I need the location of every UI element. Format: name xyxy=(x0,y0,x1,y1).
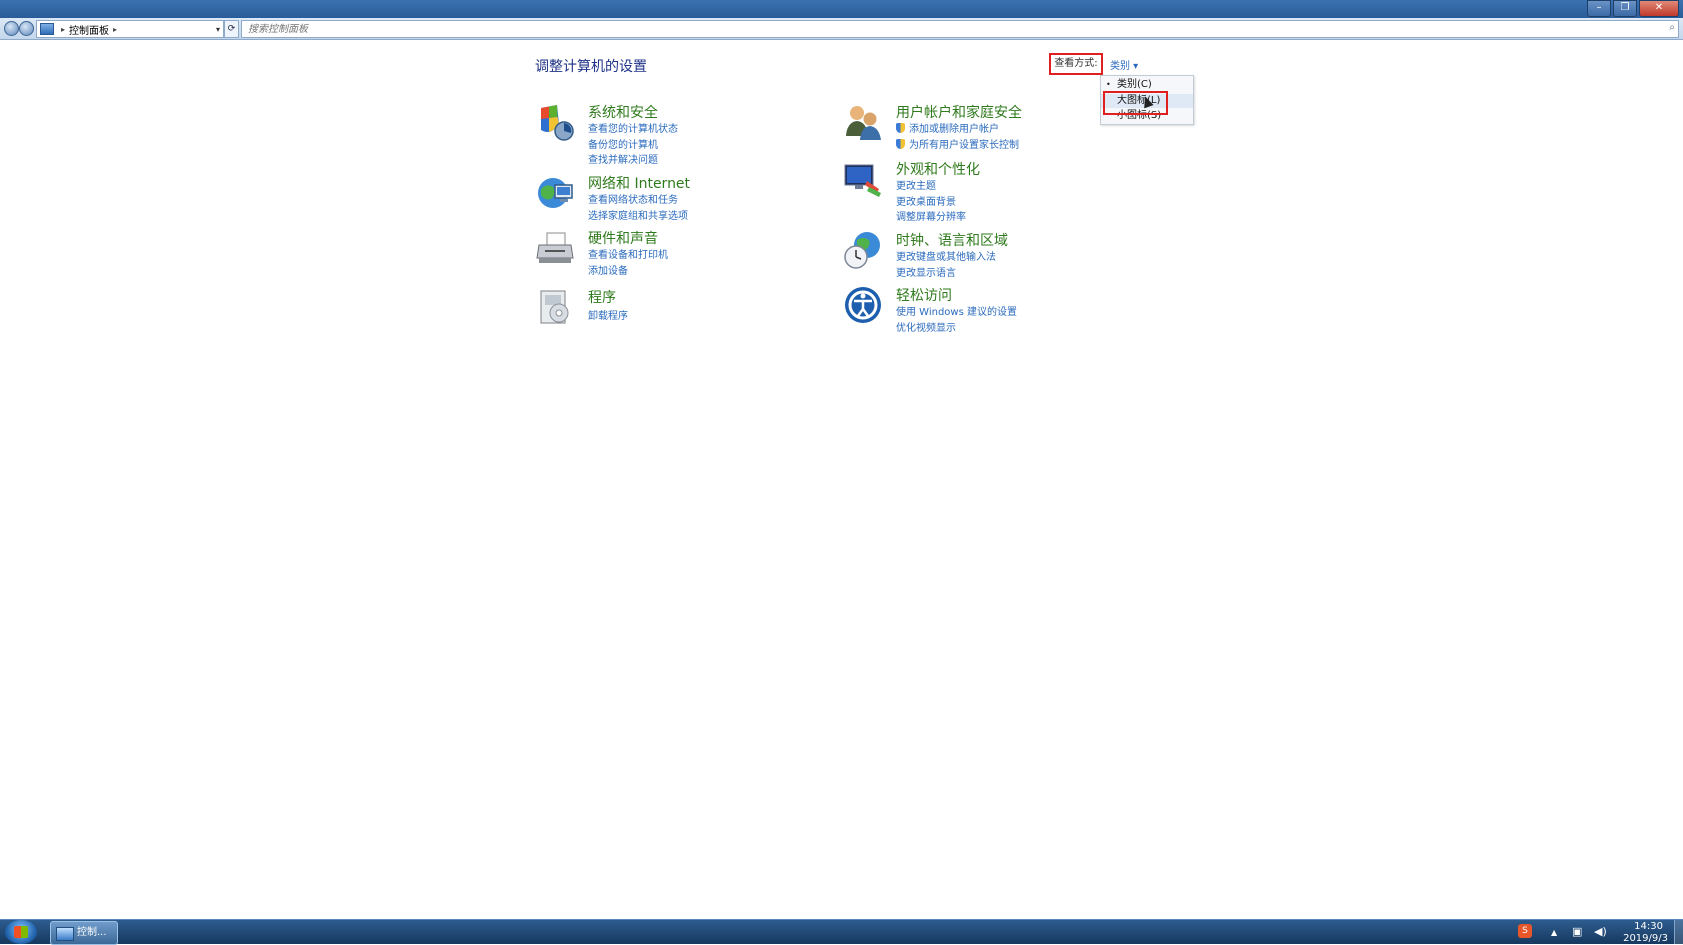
category-title[interactable]: 网络和 Internet xyxy=(588,173,690,193)
show-desktop-button[interactable] xyxy=(1674,920,1683,944)
volume-icon[interactable]: ◀) xyxy=(1594,925,1607,938)
breadcrumb-separator[interactable]: ▸ xyxy=(113,25,117,34)
category-title[interactable]: 用户帐户和家庭安全 xyxy=(896,102,1022,122)
address-toolbar: ▸ 控制面板 ▸ ▾ ⟳ ⌕ xyxy=(0,18,1683,40)
category-links: 卸载程序 xyxy=(588,307,628,323)
category-title[interactable]: 硬件和声音 xyxy=(588,228,658,248)
menu-item-label: 类别(C) xyxy=(1117,79,1152,90)
category-link[interactable]: 更改主题 xyxy=(896,177,966,193)
forward-button[interactable] xyxy=(19,21,34,36)
programs-icon[interactable] xyxy=(535,287,575,327)
category-link[interactable]: 更改显示语言 xyxy=(896,264,996,280)
monitor-paint-icon[interactable] xyxy=(843,159,883,199)
search-icon[interactable]: ⌕ xyxy=(1669,22,1675,33)
category-link[interactable]: 备份您的计算机 xyxy=(588,136,678,152)
network-icon[interactable]: ▣ xyxy=(1572,925,1582,938)
category-link[interactable]: 卸载程序 xyxy=(588,307,628,323)
window-title-bar: – ❐ ✕ xyxy=(0,0,1683,18)
category-link-label: 为所有用户设置家长控制 xyxy=(909,139,1019,151)
category-link[interactable]: 查看设备和打印机 xyxy=(588,246,668,262)
view-by-dropdown[interactable]: 类别 ▾ xyxy=(1110,57,1138,72)
category-links: 查看设备和打印机 添加设备 xyxy=(588,246,668,277)
start-button[interactable] xyxy=(5,920,37,944)
category-links: 查看网络状态和任务 选择家庭组和共享选项 xyxy=(588,191,688,222)
window-controls: – ❐ ✕ xyxy=(1585,0,1679,17)
category-title[interactable]: 系统和安全 xyxy=(588,102,658,122)
category-links: 添加或删除用户帐户 为所有用户设置家长控制 xyxy=(896,120,1019,151)
refresh-button[interactable]: ⟳ xyxy=(224,20,239,38)
category-link[interactable]: 更改桌面背景 xyxy=(896,193,966,209)
category-link[interactable]: 优化视频显示 xyxy=(896,319,1017,335)
clock-time[interactable]: 14:30 xyxy=(1634,921,1663,932)
category-link[interactable]: 添加设备 xyxy=(588,262,668,278)
close-button[interactable]: ✕ xyxy=(1639,0,1679,17)
menu-item-category[interactable]: • 类别(C) xyxy=(1101,78,1193,92)
shield-computer-icon[interactable] xyxy=(535,102,575,142)
selected-bullet-icon: • xyxy=(1106,80,1111,89)
taskbar-item-control-panel[interactable]: 控制... xyxy=(50,921,118,945)
category-title[interactable]: 程序 xyxy=(588,287,616,307)
category-title[interactable]: 轻松访问 xyxy=(896,285,952,305)
search-box[interactable]: ⌕ xyxy=(241,20,1679,38)
view-by-label: 查看方式: xyxy=(1049,53,1103,75)
taskbar-item-label: 控制... xyxy=(77,927,107,938)
category-link[interactable]: 更改键盘或其他输入法 xyxy=(896,248,996,264)
category-links: 查看您的计算机状态 备份您的计算机 查找并解决问题 xyxy=(588,120,678,167)
control-panel-icon xyxy=(40,23,54,35)
clock-globe-icon[interactable] xyxy=(843,230,883,270)
category-link[interactable]: 查找并解决问题 xyxy=(588,151,678,167)
printer-icon[interactable] xyxy=(535,228,575,268)
back-button[interactable] xyxy=(4,21,19,36)
users-icon[interactable] xyxy=(843,102,883,142)
chevron-down-icon[interactable]: ▾ xyxy=(216,25,220,34)
category-link[interactable]: 使用 Windows 建议的设置 xyxy=(896,303,1017,319)
control-panel-icon xyxy=(56,927,74,941)
breadcrumb-separator: ▸ xyxy=(61,24,66,34)
category-title[interactable]: 时钟、语言和区域 xyxy=(896,230,1008,250)
system-tray: S ▲ ▣ ◀) 14:30 2019/9/3 xyxy=(1403,920,1683,944)
search-input[interactable] xyxy=(246,21,1660,37)
category-link[interactable]: 为所有用户设置家长控制 xyxy=(896,136,1019,152)
category-title[interactable]: 外观和个性化 xyxy=(896,159,980,179)
category-link[interactable]: 查看网络状态和任务 xyxy=(588,191,688,207)
category-links: 更改主题 更改桌面背景 调整屏幕分辨率 xyxy=(896,177,966,224)
address-field[interactable]: ▸ 控制面板 ▸ ▾ xyxy=(36,20,224,38)
minimize-button[interactable]: – xyxy=(1587,0,1611,17)
category-link[interactable]: 添加或删除用户帐户 xyxy=(896,120,1019,136)
highlight-box xyxy=(1103,91,1168,115)
uac-shield-icon xyxy=(896,123,905,133)
show-hidden-icons-icon[interactable]: ▲ xyxy=(1551,928,1557,937)
page-title: 调整计算机的设置 xyxy=(535,59,647,75)
restore-button[interactable]: ❐ xyxy=(1613,0,1637,17)
breadcrumb-control-panel[interactable]: 控制面板 xyxy=(69,22,109,37)
category-link[interactable]: 选择家庭组和共享选项 xyxy=(588,207,688,223)
uac-shield-icon xyxy=(896,138,905,149)
category-link-label: 添加或删除用户帐户 xyxy=(909,124,999,135)
network-globe-icon[interactable] xyxy=(535,173,575,213)
taskbar: 控制... S ▲ ▣ ◀) 14:30 2019/9/3 xyxy=(0,919,1683,945)
category-links: 使用 Windows 建议的设置 优化视频显示 xyxy=(896,303,1017,334)
ease-of-access-icon[interactable] xyxy=(843,285,883,325)
ime-icon[interactable]: S xyxy=(1518,924,1532,938)
clock-date[interactable]: 2019/9/3 xyxy=(1623,933,1668,944)
category-links: 更改键盘或其他输入法 更改显示语言 xyxy=(896,248,996,279)
category-link[interactable]: 查看您的计算机状态 xyxy=(588,120,678,136)
category-link[interactable]: 调整屏幕分辨率 xyxy=(896,208,966,224)
